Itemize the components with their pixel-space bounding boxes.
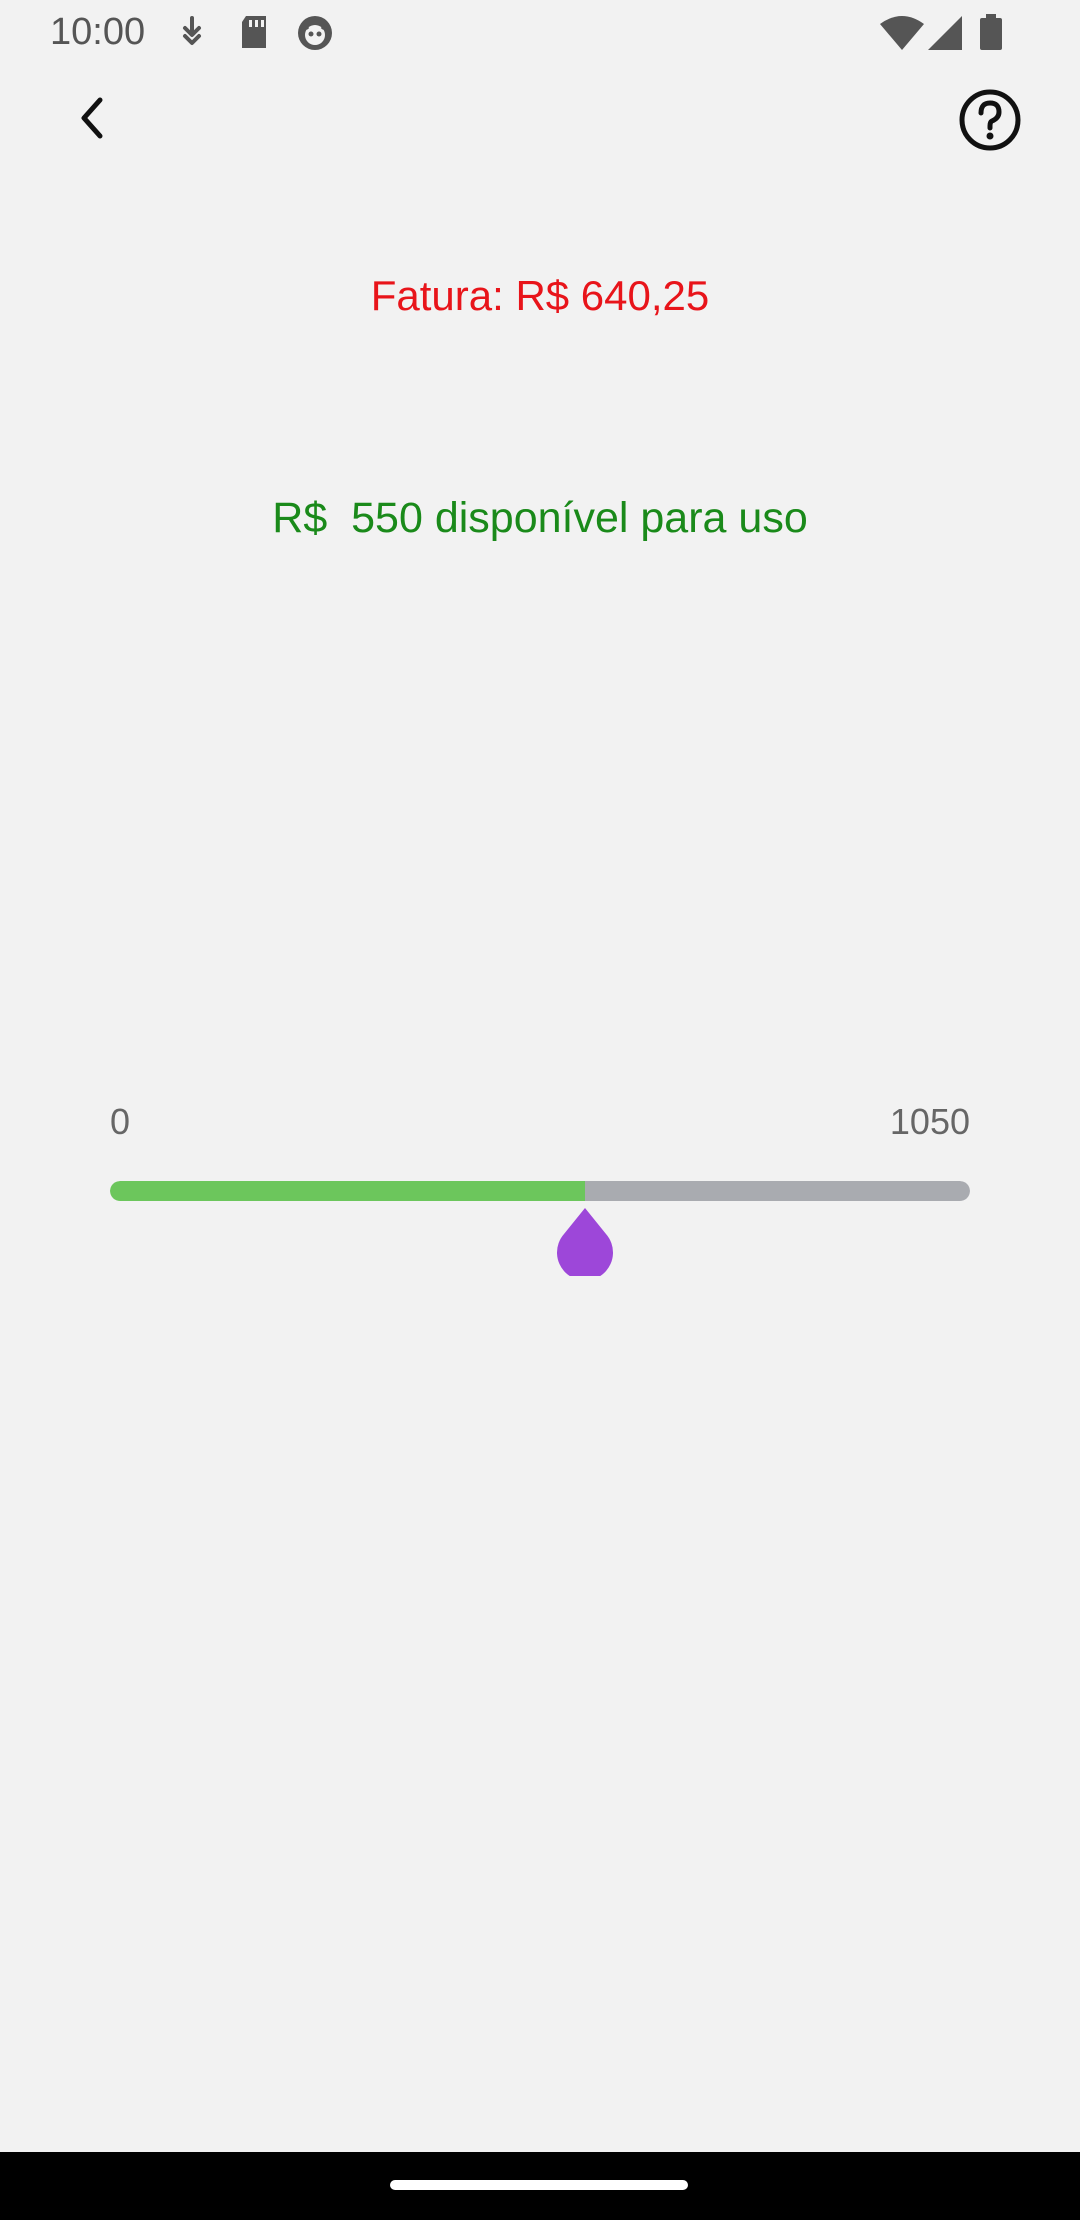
screen: 10:00 Fatura: R$ 640,25 R$ 550 disponíve… bbox=[0, 0, 1080, 2220]
home-indicator[interactable] bbox=[390, 2180, 688, 2190]
battery-icon bbox=[980, 14, 1002, 55]
status-time: 10:00 bbox=[50, 11, 146, 53]
slider-active-track bbox=[110, 1181, 585, 1201]
slider-inactive-track bbox=[585, 1181, 970, 1201]
amount-slider[interactable] bbox=[110, 1181, 970, 1201]
slider-thumb[interactable] bbox=[556, 1206, 614, 1281]
slider-max-label: 1050 bbox=[889, 1101, 970, 1142]
chevron-left-icon bbox=[72, 94, 112, 147]
download-icon bbox=[178, 14, 206, 55]
notification-face-icon bbox=[296, 14, 334, 57]
help-button[interactable] bbox=[950, 82, 1030, 162]
navigation-bar bbox=[0, 2152, 1080, 2220]
signal-icon bbox=[928, 16, 962, 55]
sd-card-icon bbox=[238, 14, 270, 55]
status-bar: 10:00 bbox=[0, 0, 1080, 64]
back-button[interactable] bbox=[52, 80, 132, 160]
available-amount: R$ 550 disponível para uso bbox=[272, 494, 808, 542]
wifi-icon bbox=[880, 16, 924, 55]
invoice-amount: Fatura: R$ 640,25 bbox=[370, 272, 710, 319]
help-circle-icon bbox=[958, 88, 1022, 157]
slider-min-label: 0 bbox=[110, 1101, 131, 1142]
